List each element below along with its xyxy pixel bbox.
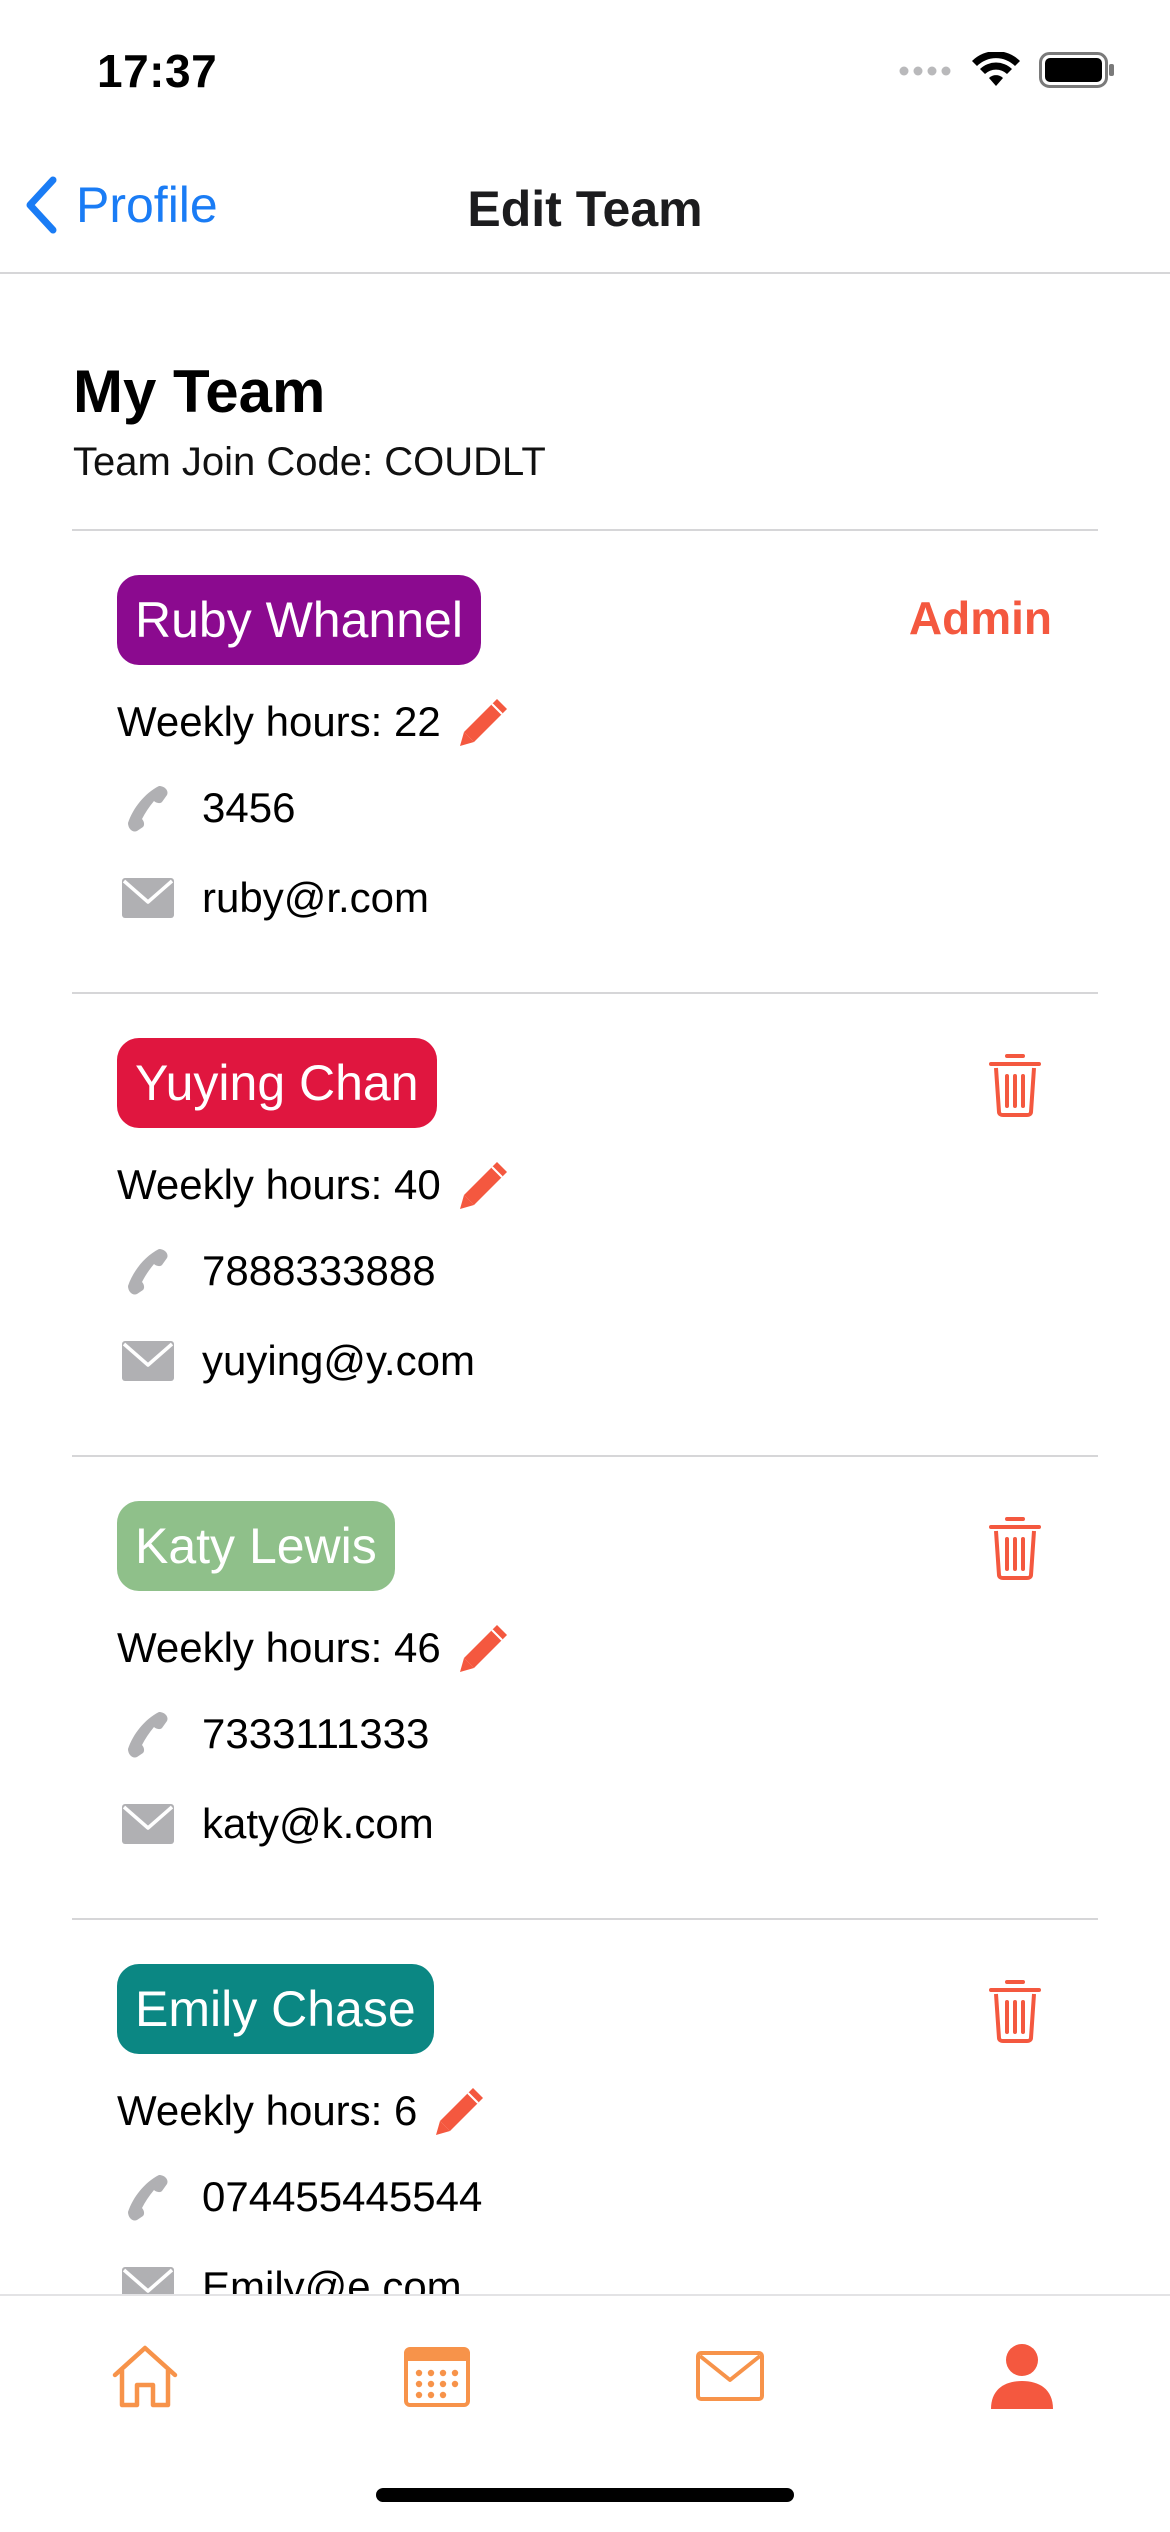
calendar-icon xyxy=(404,2347,470,2407)
weekly-hours-row: Weekly hours: 22 xyxy=(117,695,511,749)
phone-icon xyxy=(120,1709,176,1759)
admin-label: Admin xyxy=(908,592,1052,644)
email-address: ruby@r.com xyxy=(202,874,430,921)
member-list: Ruby Whannel Admin Weekly hours: 22 3456… xyxy=(72,529,1098,2294)
tab-profile[interactable] xyxy=(982,2336,1062,2416)
tab-home[interactable] xyxy=(105,2336,185,2416)
team-title: My Team xyxy=(73,358,326,425)
phone-icon xyxy=(120,2172,176,2222)
status-time: 17:37 xyxy=(97,45,218,97)
email-address: yuying@y.com xyxy=(202,1337,475,1384)
mail-icon xyxy=(696,2351,764,2401)
edit-hours-pencil-icon[interactable] xyxy=(457,1158,511,1212)
envelope-icon xyxy=(120,876,176,920)
weekly-hours-row: Weekly hours: 46 xyxy=(117,1621,511,1675)
signal-icon xyxy=(899,64,953,82)
member-card: Ruby Whannel Admin Weekly hours: 22 3456… xyxy=(72,529,1098,992)
email-row: ruby@r.com xyxy=(120,874,429,922)
weekly-hours-text: Weekly hours: 6 xyxy=(117,2087,418,2134)
envelope-icon xyxy=(120,1339,176,1383)
home-indicator xyxy=(376,2488,794,2502)
weekly-hours-row: Weekly hours: 6 xyxy=(117,2084,487,2138)
member-card: Yuying Chan Weekly hours: 40 7888333888 xyxy=(72,992,1098,1455)
envelope-icon xyxy=(120,1802,176,1846)
weekly-hours-text: Weekly hours: 40 xyxy=(117,1161,441,1208)
weekly-hours-text: Weekly hours: 22 xyxy=(117,698,441,745)
team-content[interactable]: My Team Team Join Code: COUDLT Ruby Whan… xyxy=(0,276,1170,2294)
email-row: yuying@y.com xyxy=(120,1337,475,1385)
phone-row: 074455445544 xyxy=(120,2172,482,2222)
member-card: Katy Lewis Weekly hours: 46 7333111333 k… xyxy=(72,1455,1098,1918)
phone-row: 3456 xyxy=(120,783,295,833)
member-name-chip: Katy Lewis xyxy=(117,1501,395,1591)
email-address: katy@k.com xyxy=(202,1800,434,1847)
team-header: My Team Team Join Code: COUDLT xyxy=(73,356,546,490)
phone-number: 3456 xyxy=(202,784,296,831)
edit-hours-pencil-icon[interactable] xyxy=(457,1621,511,1675)
navigation-bar: Profile Edit Team xyxy=(0,140,1170,274)
email-row: Emily@e.com xyxy=(120,2263,462,2294)
tab-messages[interactable] xyxy=(690,2336,770,2416)
edit-hours-pencil-icon[interactable] xyxy=(457,695,511,749)
wifi-icon xyxy=(971,51,1021,93)
phone-number: 7333111333 xyxy=(202,1710,430,1757)
team-join-code: Team Join Code: COUDLT xyxy=(73,440,546,484)
phone-number: 7888333888 xyxy=(202,1247,436,1294)
member-name-chip: Ruby Whannel xyxy=(117,575,481,665)
trash-icon[interactable] xyxy=(987,1978,1043,2044)
status-bar: 17:37 xyxy=(0,0,1170,140)
phone-number: 074455445544 xyxy=(202,2173,483,2220)
person-icon xyxy=(991,2344,1053,2409)
trash-icon[interactable] xyxy=(987,1515,1043,1581)
member-name-chip: Yuying Chan xyxy=(117,1038,437,1128)
phone-icon xyxy=(120,1246,176,1296)
member-name-chip: Emily Chase xyxy=(117,1964,434,2054)
phone-row: 7333111333 xyxy=(120,1709,429,1759)
battery-icon xyxy=(1039,52,1115,93)
weekly-hours-text: Weekly hours: 46 xyxy=(117,1624,441,1671)
weekly-hours-row: Weekly hours: 40 xyxy=(117,1158,511,1212)
edit-hours-pencil-icon[interactable] xyxy=(433,2084,487,2138)
member-card: Emily Chase Weekly hours: 6 074455445544 xyxy=(72,1918,1098,2294)
email-row: katy@k.com xyxy=(120,1800,434,1848)
envelope-icon xyxy=(120,2265,176,2294)
phone-row: 7888333888 xyxy=(120,1246,436,1296)
phone-icon xyxy=(120,783,176,833)
email-address: Emily@e.com xyxy=(202,2263,462,2294)
status-indicators xyxy=(899,51,1115,93)
trash-icon[interactable] xyxy=(987,1052,1043,1118)
home-icon xyxy=(112,2345,178,2408)
page-title: Edit Team xyxy=(467,181,703,237)
tab-calendar[interactable] xyxy=(397,2336,477,2416)
